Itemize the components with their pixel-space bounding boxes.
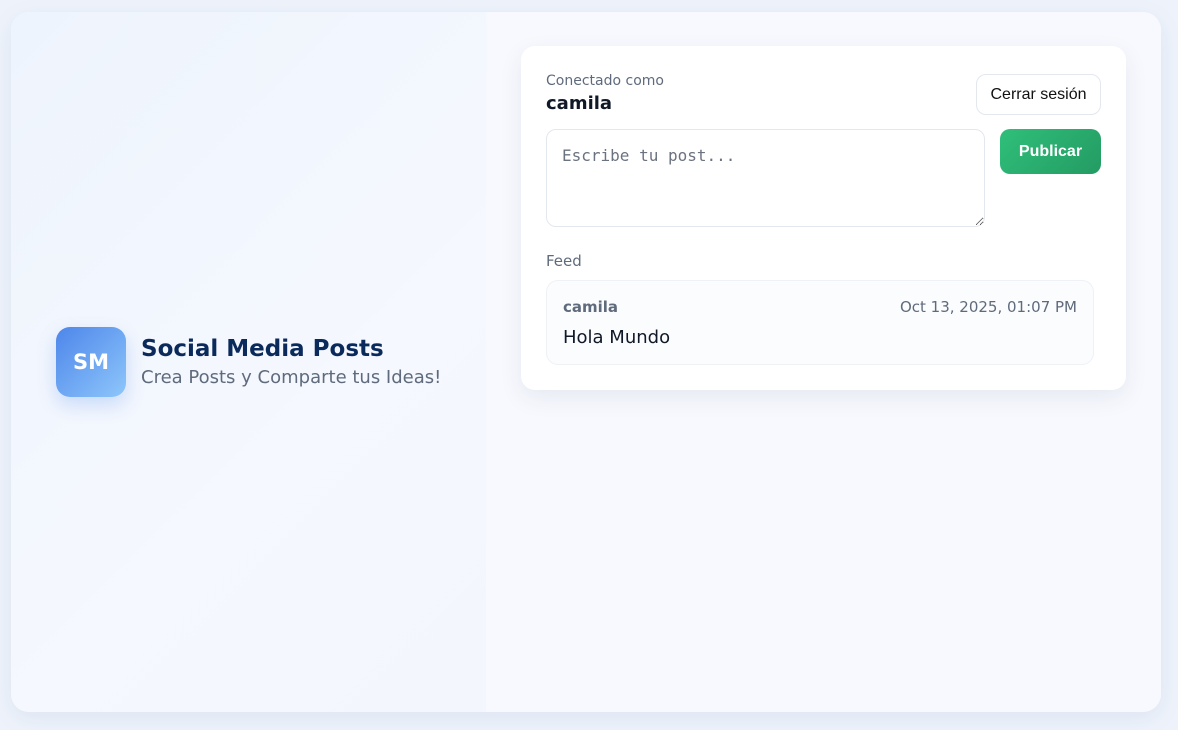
post-input[interactable] (546, 129, 985, 227)
post-card: Conectado como camila Cerrar sesión Publ… (521, 46, 1126, 390)
publish-button[interactable]: Publicar (1000, 129, 1101, 174)
post-timestamp: Oct 13, 2025, 01:07 PM (899, 298, 1077, 316)
logout-button[interactable]: Cerrar sesión (976, 74, 1101, 115)
brand-text: Social Media Posts Crea Posts y Comparte… (141, 336, 441, 389)
post-body: Hola Mundo (563, 327, 671, 348)
feed-label: Feed (546, 252, 582, 270)
composer: Publicar (546, 129, 1101, 227)
session-info: Conectado como camila (546, 73, 664, 114)
brand-panel: SM Social Media Posts Crea Posts y Compa… (11, 12, 486, 712)
brand-title: Social Media Posts (141, 335, 384, 362)
brand-subtitle: Crea Posts y Comparte tus Ideas! (141, 367, 442, 389)
feed-post: camila Oct 13, 2025, 01:07 PM Hola Mundo (546, 280, 1094, 365)
session-row: Conectado como camila Cerrar sesión (546, 73, 1101, 115)
app-window: SM Social Media Posts Crea Posts y Compa… (11, 12, 1161, 712)
main-panel: Conectado como camila Cerrar sesión Publ… (486, 12, 1161, 712)
brand: SM Social Media Posts Crea Posts y Compa… (56, 327, 441, 397)
post-header: camila Oct 13, 2025, 01:07 PM (563, 298, 1077, 316)
current-username: camila (546, 93, 613, 114)
post-author: camila (563, 298, 619, 316)
logo: SM (56, 327, 126, 397)
connected-label: Conectado como (546, 73, 664, 89)
